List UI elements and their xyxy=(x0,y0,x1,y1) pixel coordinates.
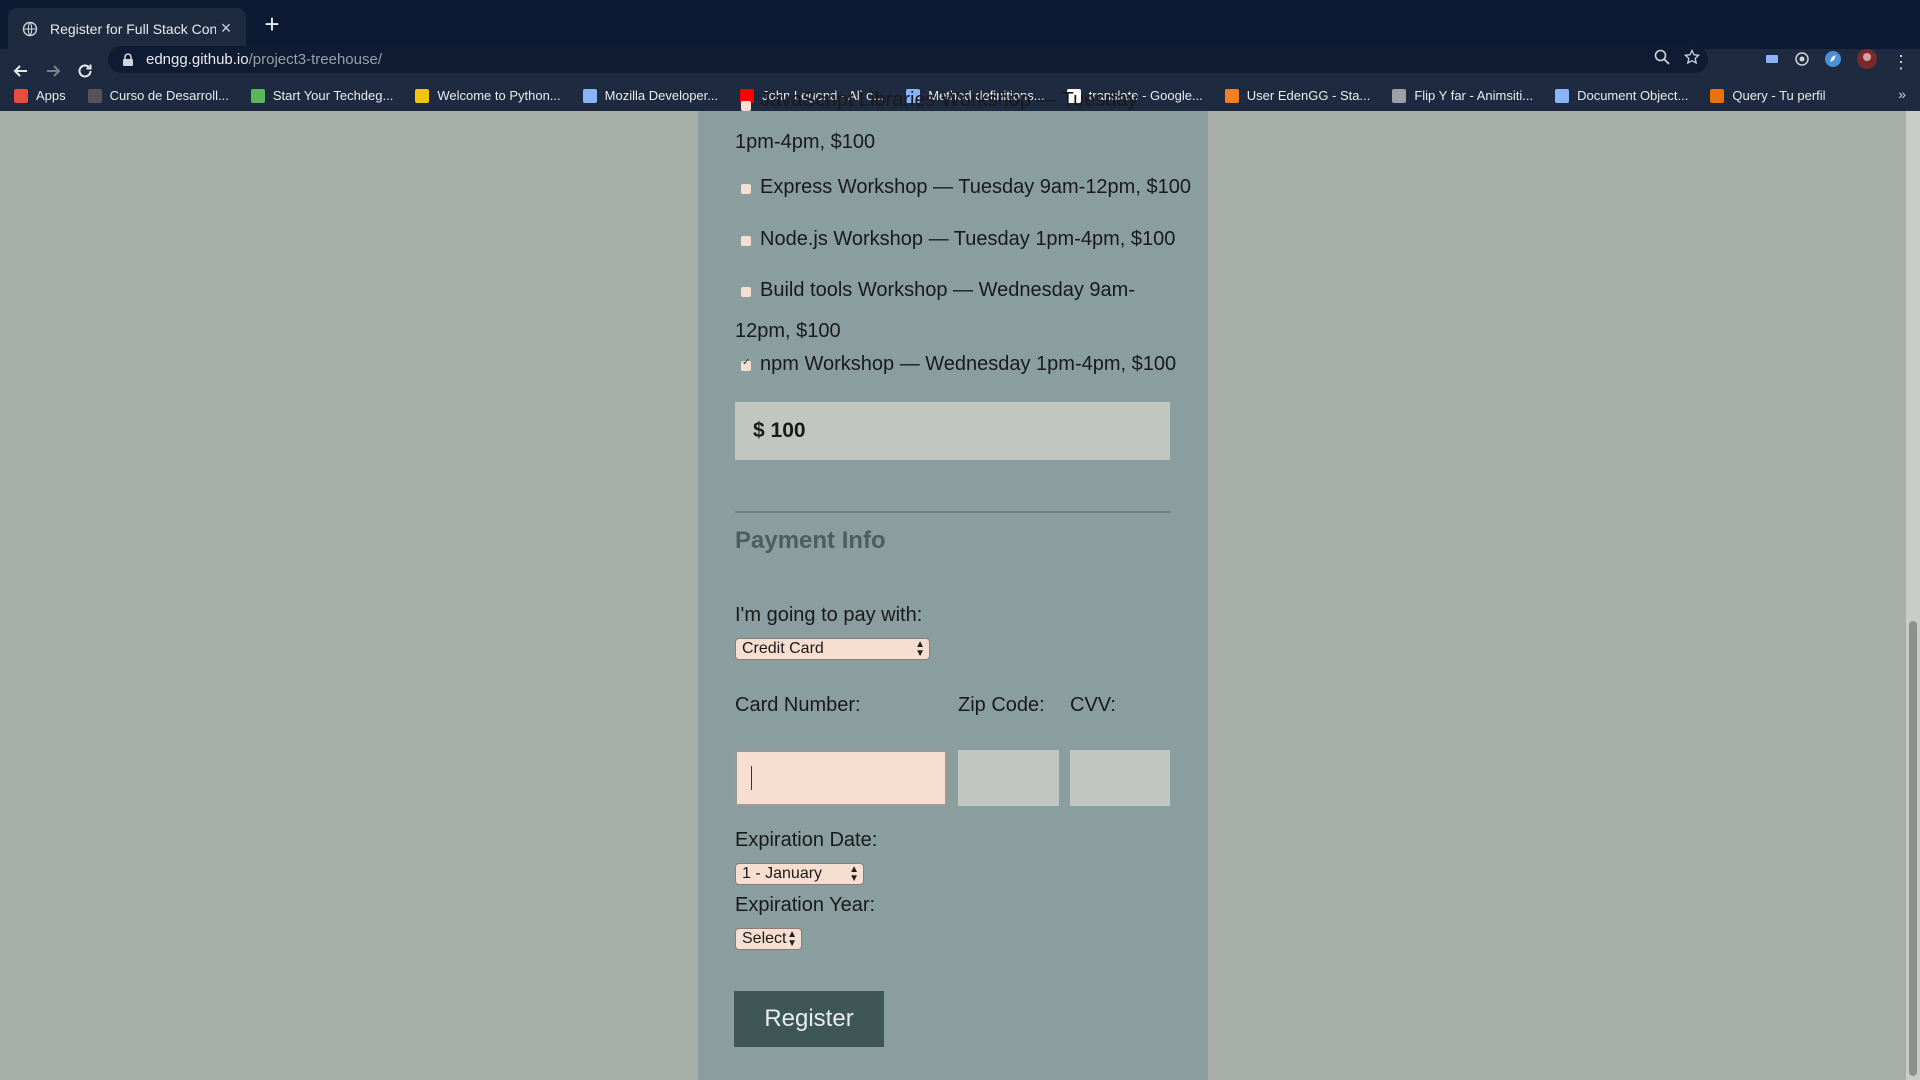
scrollbar-thumb[interactable] xyxy=(1909,621,1917,1076)
bookmark-label: Mozilla Developer... xyxy=(604,88,719,103)
workshop-label: JavaScript Libraries Workshop — Tuesday xyxy=(760,89,1138,111)
page-viewport: JavaScript Libraries Workshop — Tuesday … xyxy=(0,89,1920,1080)
bookmark-favicon-icon xyxy=(1710,88,1725,103)
select-arrows-icon: ▲ ▼ xyxy=(787,929,797,949)
url-path: /project3-treehouse/ xyxy=(248,51,383,68)
text-caret xyxy=(751,766,752,790)
bookmark-label: Flip Y far - Animsiti... xyxy=(1414,88,1534,103)
workshop-checkbox[interactable] xyxy=(741,101,751,111)
bookmark-item[interactable]: User EdenGG - Sta... xyxy=(1224,88,1371,103)
bookmark-item[interactable]: Flip Y far - Animsiti... xyxy=(1392,88,1533,103)
select-arrows-icon: ▲ ▼ xyxy=(849,864,859,884)
cvv-label: CVV: xyxy=(1070,694,1116,716)
bookmark-item[interactable]: Query - Tu perfil xyxy=(1710,88,1826,103)
bookmark-favicon-icon xyxy=(250,88,265,103)
payment-method-value: Credit Card xyxy=(742,640,824,657)
bookmark-item[interactable]: Apps xyxy=(14,88,66,103)
workshop-label: Build tools Workshop — Wednesday 9am- xyxy=(760,279,1135,301)
card-number-input[interactable] xyxy=(735,750,947,806)
globe-icon xyxy=(22,21,38,37)
workshop-checkbox[interactable] xyxy=(741,184,751,194)
bookmark-item[interactable]: Curso de Desarroll... xyxy=(87,88,229,103)
bookmark-item[interactable]: Welcome to Python... xyxy=(415,88,561,103)
bookmark-label: Document Object... xyxy=(1577,88,1689,103)
total-cost: $ 100 xyxy=(735,402,1170,460)
bookmarks-overflow-icon[interactable]: » xyxy=(1898,86,1906,102)
target-icon[interactable] xyxy=(1794,51,1810,72)
bookmark-label: Welcome to Python... xyxy=(437,88,561,103)
extension-icons: ⋮ xyxy=(1764,48,1910,75)
workshop-label: Node.js Workshop — Tuesday 1pm-4pm, $100 xyxy=(760,228,1176,250)
new-tab-icon[interactable]: + xyxy=(258,11,286,39)
payment-method-select[interactable]: Credit Card ▲ ▼ xyxy=(735,638,930,660)
bookmark-label: Curso de Desarroll... xyxy=(109,88,229,103)
bookmark-favicon-icon xyxy=(582,88,597,103)
select-arrows-icon: ▲ ▼ xyxy=(915,639,925,659)
bookmark-label: Start Your Techdeg... xyxy=(272,88,394,103)
expiration-month-select[interactable]: 1 - January ▲ ▼ xyxy=(735,863,864,885)
bookmark-favicon-icon xyxy=(415,88,430,103)
bookmark-favicon-icon xyxy=(87,88,102,103)
expiration-date-label: Expiration Date: xyxy=(735,829,878,851)
expiration-month-value: 1 - January xyxy=(742,865,823,882)
extension-icon[interactable] xyxy=(1764,51,1780,72)
expiration-year-select[interactable]: Select ▲ ▼ xyxy=(735,928,802,950)
zip-code-label: Zip Code: xyxy=(958,694,1045,716)
bookmark-favicon-icon xyxy=(1224,88,1239,103)
apps-grid-icon xyxy=(14,88,28,103)
zip-code-input[interactable] xyxy=(958,750,1059,806)
workshop-label: npm Workshop — Wednesday 1pm-4pm, $100 xyxy=(760,353,1177,375)
expiration-year-value: Select xyxy=(742,930,787,947)
bookmark-item[interactable]: Start Your Techdeg... xyxy=(250,88,394,103)
card-number-label: Card Number: xyxy=(735,694,861,716)
workshop-checkbox[interactable] xyxy=(741,236,751,246)
bookmark-label: Query - Tu perfil xyxy=(1732,88,1826,103)
zoom-icon[interactable] xyxy=(1654,49,1670,70)
register-button[interactable]: Register xyxy=(734,991,884,1047)
bookmark-favicon-icon xyxy=(1555,88,1570,103)
browser-tab[interactable]: Register for Full Stack Conf × xyxy=(8,8,246,49)
avatar[interactable] xyxy=(1856,48,1878,75)
workshop-label: Express Workshop — Tuesday 9am-12pm, $10… xyxy=(760,176,1191,198)
address-bar[interactable]: edngg.github.io/project3-treehouse/ xyxy=(108,46,1708,73)
bookmark-favicon-icon xyxy=(1392,88,1407,103)
bookmark-item[interactable]: Document Object... xyxy=(1555,88,1688,103)
lock-icon xyxy=(122,52,136,67)
bookmark-item[interactable]: Mozilla Developer... xyxy=(582,88,719,103)
menu-dots-icon[interactable]: ⋮ xyxy=(1892,53,1910,71)
url-host: edngg.github.io xyxy=(146,51,249,68)
workshop-label-cont: 12pm, $100 xyxy=(735,320,841,342)
tab-title: Register for Full Stack Conf xyxy=(50,20,216,37)
workshop-label-cont: 1pm-4pm, $100 xyxy=(735,131,876,153)
close-icon[interactable]: × xyxy=(216,18,236,39)
payment-section-title: Payment Info xyxy=(735,527,886,554)
bookmark-label: Apps xyxy=(36,88,66,103)
pay-with-label: I'm going to pay with: xyxy=(735,604,923,626)
section-divider xyxy=(735,511,1170,513)
bookmark-star-icon[interactable] xyxy=(1683,48,1701,70)
bookmark-label: User EdenGG - Sta... xyxy=(1246,88,1371,103)
scrollbar[interactable] xyxy=(1906,111,1920,1080)
expiration-year-label: Expiration Year: xyxy=(735,894,876,916)
tab-strip: Register for Full Stack Conf × + xyxy=(0,0,1920,49)
cvv-input[interactable] xyxy=(1070,750,1170,806)
compass-icon[interactable] xyxy=(1824,50,1842,73)
workshop-checkbox[interactable] xyxy=(741,287,751,297)
workshop-checkbox-checked[interactable] xyxy=(741,357,751,371)
